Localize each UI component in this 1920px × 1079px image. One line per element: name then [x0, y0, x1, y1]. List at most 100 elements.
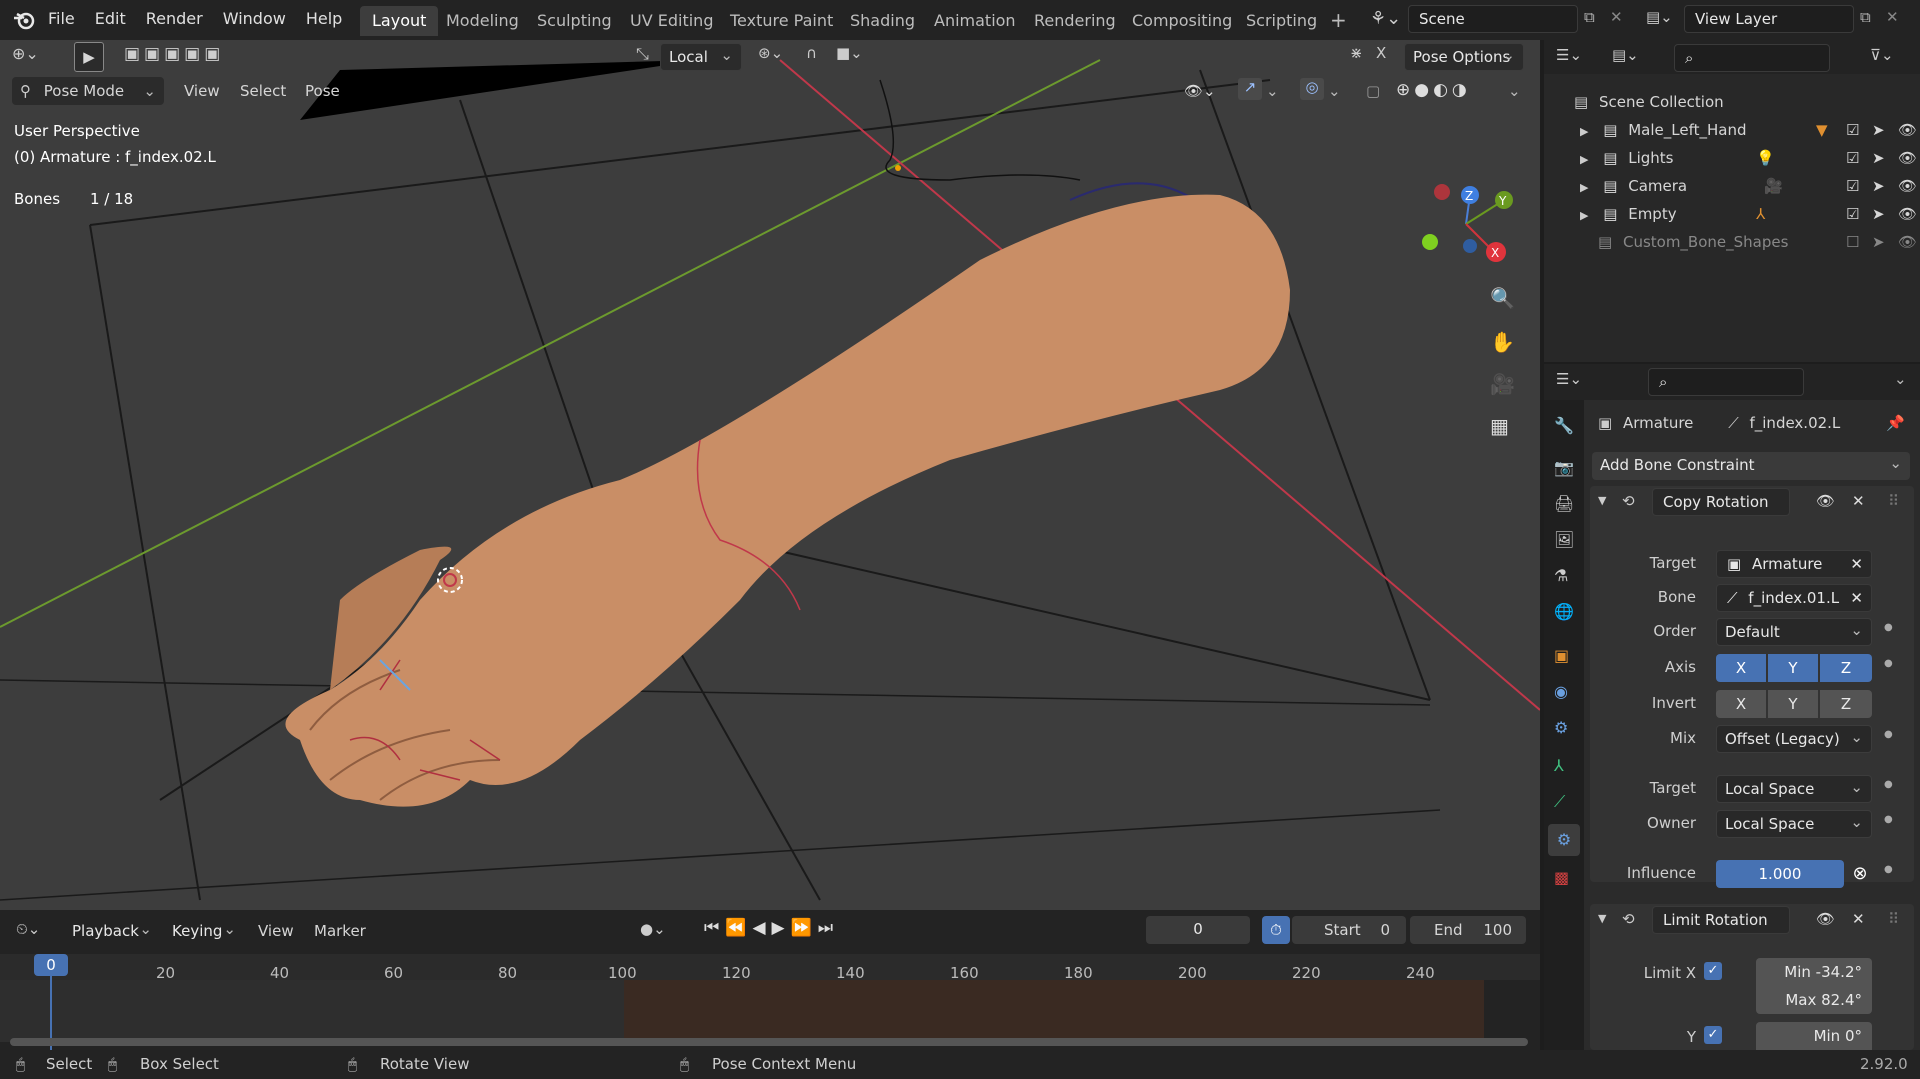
- xray-icon[interactable]: ▢: [1366, 82, 1380, 100]
- properties-search-input[interactable]: ⌕: [1648, 368, 1804, 396]
- influence-slider[interactable]: 1.000: [1716, 860, 1844, 888]
- gizmo-dropdown-icon[interactable]: ⌄: [1266, 82, 1279, 100]
- timeline-marker-menu[interactable]: Marker: [314, 922, 366, 940]
- start-frame-field[interactable]: Start 0: [1292, 916, 1406, 944]
- keyframe-dot-icon[interactable]: ●: [1884, 779, 1893, 790]
- collapse-arrow-icon[interactable]: ▼: [1598, 494, 1606, 507]
- menu-window[interactable]: Window: [213, 0, 296, 38]
- viewport-menu-select[interactable]: Select: [240, 82, 286, 100]
- visibility-icon[interactable]: 👁⌄: [1184, 82, 1216, 100]
- view-layer-tab-icon[interactable]: 🖼: [1554, 530, 1574, 549]
- min-y-field[interactable]: Min 0°: [1756, 1022, 1872, 1050]
- outliner-item-male-left-hand[interactable]: ▶ ▤ Male_Left_Hand ▼ ☑ ➤ 👁 ▣: [1580, 116, 1920, 144]
- min-x-field[interactable]: Min -34.2°: [1756, 958, 1872, 986]
- keyframe-dot-icon[interactable]: ●: [1884, 729, 1893, 740]
- tab-compositing[interactable]: Compositing: [1120, 6, 1244, 36]
- snap-target-icon[interactable]: ■⌄: [836, 44, 863, 62]
- select-arrow-icon[interactable]: ➤: [1872, 228, 1885, 256]
- physics-tab-icon[interactable]: ◉: [1554, 682, 1568, 701]
- record-icon[interactable]: ●⌄: [640, 920, 666, 938]
- keying-menu[interactable]: Keying: [164, 916, 244, 946]
- tab-animation[interactable]: Animation: [922, 6, 1028, 36]
- overlay-toggle-icon[interactable]: ◎: [1300, 78, 1324, 100]
- axis-y-toggle[interactable]: Y: [1768, 654, 1818, 682]
- clear-bone-icon[interactable]: ✕: [1850, 585, 1863, 611]
- object-tab-icon[interactable]: ▣: [1554, 646, 1569, 665]
- target-field[interactable]: ▣ Armature ✕: [1716, 550, 1872, 578]
- keyframe-dot-icon[interactable]: ●: [1884, 864, 1893, 875]
- scene-name-field[interactable]: Scene: [1408, 5, 1578, 33]
- new-scene-icon[interactable]: ⧉: [1584, 8, 1595, 26]
- scene-icon[interactable]: ⚘⌄: [1370, 8, 1401, 29]
- limit-y-checkbox[interactable]: ✓: [1704, 1026, 1722, 1044]
- current-frame-field[interactable]: 0: [1146, 916, 1250, 944]
- target-space-dropdown[interactable]: Local Space: [1716, 774, 1872, 803]
- menu-edit[interactable]: Edit: [85, 0, 136, 38]
- pan-hand-icon[interactable]: ✋: [1490, 330, 1515, 354]
- keyframe-dot-icon[interactable]: ●: [1884, 658, 1893, 669]
- properties-options-icon[interactable]: ⌄: [1894, 370, 1907, 388]
- expand-arrow-icon[interactable]: ▶: [1580, 209, 1588, 222]
- playhead-frame[interactable]: 0: [34, 954, 68, 976]
- tab-shading[interactable]: Shading: [838, 6, 927, 36]
- eye-icon[interactable]: 👁: [1898, 200, 1917, 228]
- expand-arrow-icon[interactable]: ▶: [1580, 181, 1588, 194]
- 3d-viewport[interactable]: ⊕⌄ ▶ ▣▣▣▣▣ ⤡ Local ⊛⌄ ∩ ■⌄ ⋇ X Pose Opti…: [0, 40, 1540, 910]
- tab-layout[interactable]: Layout: [360, 6, 439, 36]
- checkbox-icon[interactable]: ☑: [1846, 144, 1859, 172]
- properties-editor[interactable]: ☰⌄ ⌕ ⌄ 🔧 📷 🖨 🖼 ⚗ 🌐 ▣ ◉ ⚙ ⅄ ⟋ ⚙ ▩ ▣ Armat…: [1544, 364, 1920, 1050]
- menu-file[interactable]: File: [38, 0, 85, 38]
- remove-constraint-close-icon[interactable]: ✕: [1852, 492, 1865, 510]
- invert-x-toggle[interactable]: X: [1716, 690, 1766, 718]
- snap-icon[interactable]: ∩: [806, 44, 817, 62]
- checkbox-icon[interactable]: ☑: [1846, 172, 1859, 200]
- outliner-item-custom-bone-shapes[interactable]: ▤ Custom_Bone_Shapes ☐ ➤ 👁 ▣: [1580, 228, 1920, 256]
- limit-rotation-name-field[interactable]: Limit Rotation: [1652, 906, 1790, 934]
- pivot-point-icon[interactable]: ⊛⌄: [758, 44, 783, 62]
- end-frame-field[interactable]: End 100: [1410, 916, 1526, 944]
- view-layer-icon[interactable]: ▤⌄: [1646, 8, 1673, 26]
- keyframe-dot-icon[interactable]: ●: [1884, 814, 1893, 825]
- tab-modeling[interactable]: Modeling: [434, 6, 531, 36]
- outliner-item-camera[interactable]: ▶ ▤ Camera 🎥 ☑ ➤ 👁 ▣: [1580, 172, 1920, 200]
- bone-tab-icon[interactable]: ⟋: [1554, 792, 1565, 812]
- navigation-gizmo[interactable]: Z Y X: [1410, 170, 1520, 280]
- expand-arrow-icon[interactable]: ▶: [1580, 153, 1588, 166]
- render-tab-icon[interactable]: 📷: [1554, 458, 1574, 477]
- checkbox-icon[interactable]: ☑: [1846, 200, 1859, 228]
- display-mode-icon[interactable]: ▤⌄: [1612, 46, 1639, 64]
- add-workspace-icon[interactable]: +: [1330, 8, 1347, 32]
- new-view-layer-icon[interactable]: ⧉: [1860, 8, 1871, 26]
- texture-tab-icon[interactable]: ▩: [1554, 868, 1569, 887]
- select-arrow-icon[interactable]: ➤: [1872, 116, 1885, 144]
- view-layer-field[interactable]: View Layer: [1684, 5, 1854, 33]
- zoom-icon[interactable]: 🔍: [1490, 286, 1515, 310]
- timeline-scrollbar[interactable]: [10, 1038, 1528, 1046]
- drag-handle-icon[interactable]: ⠿: [1888, 492, 1899, 510]
- collapse-arrow-icon[interactable]: ▼: [1598, 912, 1606, 925]
- timeline-editor-icon[interactable]: ⏲⌄: [16, 920, 40, 938]
- shading-mode-icons[interactable]: ⊕●◐◑: [1396, 80, 1471, 100]
- armature-data-tab-icon[interactable]: ⅄: [1554, 756, 1564, 775]
- preview-range-icon[interactable]: ⏱: [1262, 916, 1290, 944]
- properties-editor-icon[interactable]: ☰⌄: [1556, 370, 1582, 388]
- eye-icon[interactable]: 👁: [1898, 116, 1917, 144]
- tab-texture-paint[interactable]: Texture Paint: [718, 6, 845, 36]
- filter-icon[interactable]: ⊽⌄: [1870, 46, 1894, 64]
- pin-icon[interactable]: 📌: [1886, 414, 1905, 432]
- select-arrow-icon[interactable]: ➤: [1872, 172, 1885, 200]
- proportional-editing-icon[interactable]: ⋇: [1350, 44, 1363, 62]
- clear-target-icon[interactable]: ✕: [1850, 551, 1863, 577]
- order-dropdown[interactable]: Default: [1716, 617, 1872, 646]
- object-constraint-tab-icon[interactable]: ⚙: [1554, 718, 1568, 737]
- playback-controls-icons[interactable]: ⏮⏪◀▶⏩⏭: [704, 918, 839, 938]
- ortho-grid-icon[interactable]: ▦: [1490, 414, 1509, 438]
- menu-help[interactable]: Help: [296, 0, 352, 38]
- mix-dropdown[interactable]: Offset (Legacy): [1716, 724, 1872, 753]
- max-x-field[interactable]: Max 82.4°: [1756, 986, 1872, 1014]
- tab-rendering[interactable]: Rendering: [1022, 6, 1128, 36]
- remove-constraint-close-icon[interactable]: ✕: [1852, 910, 1865, 928]
- tab-uv-editing[interactable]: UV Editing: [618, 6, 725, 36]
- playback-menu[interactable]: Playback: [64, 916, 160, 946]
- bone-field[interactable]: ⟋ f_index.01.L ✕: [1716, 584, 1872, 612]
